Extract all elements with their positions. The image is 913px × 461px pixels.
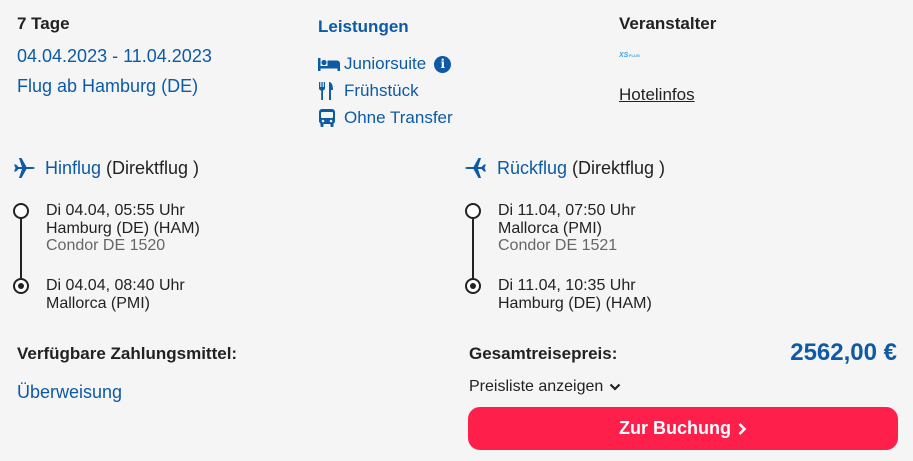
services-title: Leistungen (318, 17, 409, 36)
trip-duration: 7 Tage (17, 14, 70, 33)
departure-airport: Flug ab Hamburg (DE) (17, 76, 199, 96)
plane-icon (14, 158, 35, 178)
svg-text:XS: XS (619, 52, 629, 59)
plane-icon (465, 158, 486, 178)
return-arrival: Di 11.04, 10:35 Uhr Hamburg (DE) (HAM) (498, 277, 652, 312)
hotel-info-link[interactable]: Hotelinfos (619, 85, 695, 105)
cutlery-icon (318, 82, 340, 100)
svg-text:FLUG: FLUG (629, 53, 640, 58)
departure-node (465, 203, 481, 219)
outbound-arrive-airport: Mallorca (PMI) (46, 294, 151, 312)
return-type: (Direktflug ) (572, 157, 666, 178)
return-label: Rückflug (497, 157, 568, 178)
arrival-node (465, 278, 481, 294)
service-room-label: Juniorsuite (344, 54, 427, 73)
outbound-depart-airport: Hamburg (DE) (HAM) (46, 219, 200, 237)
bed-icon (318, 55, 340, 73)
return-arrive-time: Di 11.04, 10:35 Uhr (498, 277, 636, 294)
outbound-header: Hinflug (Direktflug ) (12, 156, 199, 180)
outbound-arrival: Di 04.04, 08:40 Uhr Mallorca (PMI) (46, 277, 185, 312)
bus-icon (318, 109, 340, 127)
pricelist-toggle[interactable]: Preisliste anzeigen (469, 378, 621, 396)
operator-logo: XS FLUG (618, 48, 643, 60)
payment-method: Überweisung (17, 382, 123, 402)
timeline-line (472, 219, 474, 278)
outbound-carrier: Condor DE 1520 (46, 237, 166, 254)
outbound-arrive-time: Di 04.04, 08:40 Uhr (46, 277, 185, 294)
return-header: Rückflug (Direktflug ) (464, 156, 665, 180)
chevron-right-icon (738, 422, 747, 435)
book-button-label: Zur Buchung (619, 418, 731, 438)
return-depart-airport: Mallorca (PMI) (498, 219, 603, 237)
chevron-down-icon (610, 383, 621, 391)
return-carrier: Condor DE 1521 (498, 237, 618, 254)
total-price: 2562,00 € (790, 339, 897, 366)
outbound-departure: Di 04.04, 05:55 Uhr Hamburg (DE) (HAM) C… (46, 202, 200, 255)
payment-title: Verfügbare Zahlungsmittel: (17, 344, 238, 363)
book-button[interactable]: Zur Buchung (468, 407, 898, 450)
outbound-depart-time: Di 04.04, 05:55 Uhr (46, 202, 185, 219)
departure-node (13, 203, 29, 219)
info-icon[interactable]: i (434, 55, 452, 73)
trip-dates: 04.04.2023 - 11.04.2023 (17, 46, 212, 66)
pricelist-label: Preisliste anzeigen (469, 378, 604, 395)
arrival-node (13, 278, 29, 294)
service-board: Frühstück (318, 81, 419, 101)
service-transfer: Ohne Transfer (318, 108, 453, 128)
timeline-line (20, 219, 22, 278)
operator-title: Veranstalter (619, 14, 717, 33)
return-depart-time: Di 11.04, 07:50 Uhr (498, 202, 636, 219)
outbound-label: Hinflug (45, 157, 102, 178)
service-transfer-label: Ohne Transfer (344, 108, 453, 127)
service-board-label: Frühstück (344, 81, 419, 100)
service-room: Juniorsuite i (318, 54, 452, 74)
outbound-type: (Direktflug ) (106, 157, 200, 178)
return-arrive-airport: Hamburg (DE) (HAM) (498, 294, 652, 312)
return-departure: Di 11.04, 07:50 Uhr Mallorca (PMI) Condo… (498, 202, 636, 255)
total-price-label: Gesamtreisepreis: (469, 344, 618, 363)
